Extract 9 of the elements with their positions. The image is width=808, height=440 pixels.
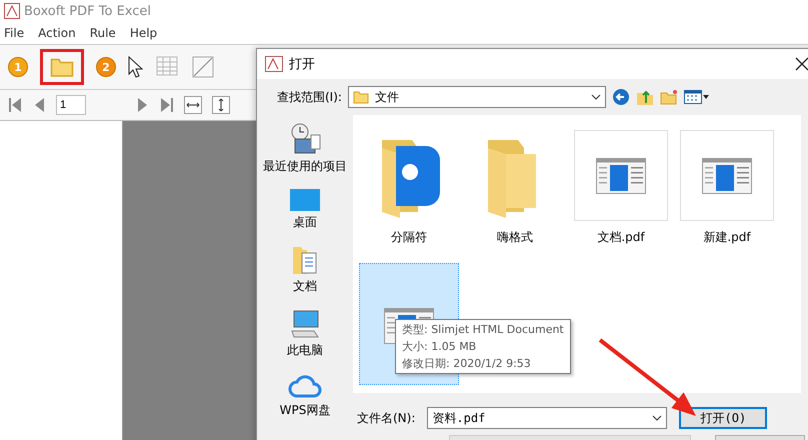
step-badge: 1 (8, 57, 28, 77)
file-name-label: 文件名(N): (357, 410, 416, 426)
tooltip-line: 大小: 1.05 MB (402, 339, 478, 354)
tooltip-line: 修改日期: 2020/1/2 9:53 (402, 356, 532, 371)
look-in-label: 查找范围(I): (277, 88, 342, 106)
step-badge: 2 (96, 57, 116, 77)
app-title: Boxoft PDF To Excel (24, 4, 152, 18)
dialog-title: 打开 (289, 56, 316, 73)
tooltip-line: 类型: Slimjet HTML Document (402, 322, 564, 337)
